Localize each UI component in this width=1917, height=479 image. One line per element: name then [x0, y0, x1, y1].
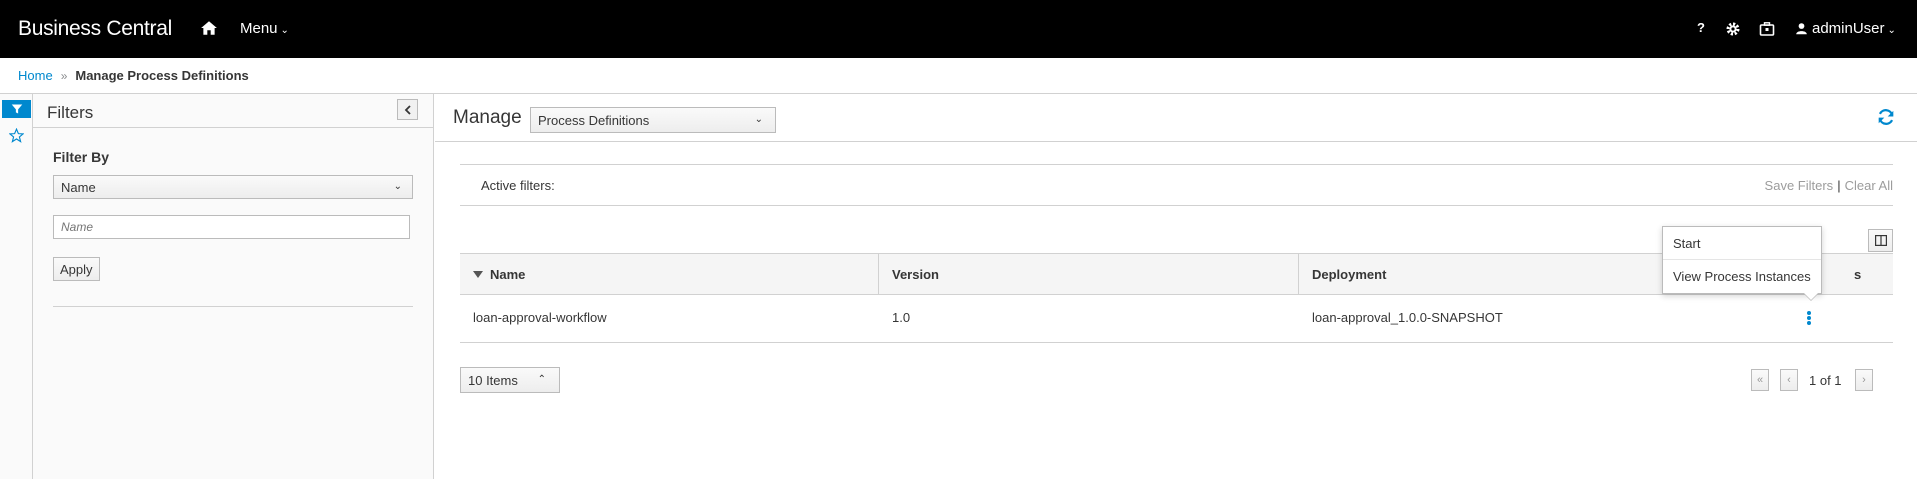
- chevron-up-icon: ⌃: [537, 374, 546, 385]
- chevron-left-icon: [404, 104, 411, 115]
- view-select[interactable]: Process Definitions ⌄: [530, 107, 776, 133]
- menu-dropdown[interactable]: Menu ⌄: [240, 20, 289, 37]
- cell-deployment: loan-approval_1.0.0-SNAPSHOT: [1312, 310, 1503, 325]
- breadcrumb-separator: »: [60, 69, 68, 83]
- panel-divider: [33, 127, 433, 128]
- clear-all-link[interactable]: Clear All: [1845, 178, 1893, 193]
- top-navbar: Business Central Menu ⌄ ? adminUser ⌄: [0, 0, 1917, 58]
- menu-item-view-process-instances[interactable]: View Process Instances: [1663, 269, 1821, 284]
- home-icon[interactable]: [200, 19, 218, 37]
- cell-name: loan-approval-workflow: [473, 310, 607, 325]
- app-brand[interactable]: Business Central: [18, 17, 172, 41]
- filter-actions: Save Filters | Clear All: [1765, 178, 1893, 193]
- chevron-down-icon: ⌄: [280, 25, 289, 36]
- refresh-icon[interactable]: [1877, 108, 1895, 126]
- columns-icon: [1874, 235, 1887, 246]
- first-page-button[interactable]: «: [1751, 369, 1769, 391]
- table-row[interactable]: loan-approval-workflow 1.0 loan-approval…: [460, 295, 1893, 343]
- apply-button[interactable]: Apply: [53, 257, 100, 281]
- menu-caret-fill: [1804, 293, 1818, 300]
- briefcase-icon[interactable]: [1759, 21, 1775, 37]
- filter-field-select[interactable]: Name ⌄: [53, 175, 413, 199]
- chevron-down-icon: ⌄: [754, 114, 763, 125]
- page-info: 1 of 1: [1809, 373, 1842, 388]
- user-icon: [1796, 23, 1807, 35]
- side-rail: [0, 94, 33, 479]
- filter-by-label: Filter By: [53, 149, 110, 165]
- filter-icon: [11, 104, 22, 114]
- main-header: Manage Process Definitions ⌄: [435, 94, 1917, 142]
- breadcrumb: Home » Manage Process Definitions: [18, 68, 249, 83]
- user-menu[interactable]: adminUser ⌄: [1795, 20, 1896, 37]
- chevron-down-icon: ⌄: [1887, 25, 1896, 36]
- active-filters-label: Active filters:: [481, 178, 555, 193]
- user-name: adminUser: [1812, 20, 1885, 37]
- page-size-value: 10 Items: [468, 373, 518, 388]
- page-title: Manage: [453, 107, 522, 128]
- column-header-label: s: [1854, 267, 1862, 282]
- menu-label: Menu: [240, 20, 278, 37]
- help-button[interactable]: ?: [1697, 20, 1705, 35]
- star-icon[interactable]: [9, 128, 24, 143]
- menu-item-start[interactable]: Start: [1663, 236, 1821, 251]
- save-filters-link[interactable]: Save Filters: [1765, 178, 1834, 193]
- next-page-button[interactable]: ›: [1855, 369, 1873, 391]
- filter-actions-separator: |: [1837, 178, 1841, 193]
- column-picker-button[interactable]: [1868, 229, 1893, 252]
- filter-field-value: Name: [61, 180, 96, 195]
- prev-page-button[interactable]: ‹: [1780, 369, 1798, 391]
- column-header-name[interactable]: Name: [460, 254, 879, 295]
- filter-tab[interactable]: [2, 100, 31, 118]
- page-size-select[interactable]: 10 Items ⌃: [460, 367, 560, 393]
- filter-value-input[interactable]: [53, 215, 410, 239]
- sort-desc-icon: [473, 271, 483, 278]
- filters-title: Filters: [47, 103, 94, 122]
- breadcrumb-current: Manage Process Definitions: [75, 68, 249, 83]
- filters-panel: Filters Filter By Name ⌄ Apply: [33, 94, 434, 479]
- column-header-version[interactable]: Version: [879, 254, 1299, 295]
- gear-icon[interactable]: [1725, 21, 1741, 37]
- active-filters-bar: Active filters: Save Filters | Clear All: [460, 164, 1893, 206]
- breadcrumb-home[interactable]: Home: [18, 68, 53, 83]
- view-select-value: Process Definitions: [538, 113, 650, 128]
- filters-divider: [53, 306, 413, 307]
- chevron-down-icon: ⌄: [393, 181, 402, 192]
- kebab-icon[interactable]: [1801, 308, 1817, 328]
- menu-divider: [1663, 259, 1821, 260]
- cell-version: 1.0: [892, 310, 911, 325]
- column-header-label: Name: [490, 267, 526, 282]
- row-actions-menu: Start View Process Instances: [1662, 226, 1822, 301]
- collapse-panel-button[interactable]: [397, 99, 418, 120]
